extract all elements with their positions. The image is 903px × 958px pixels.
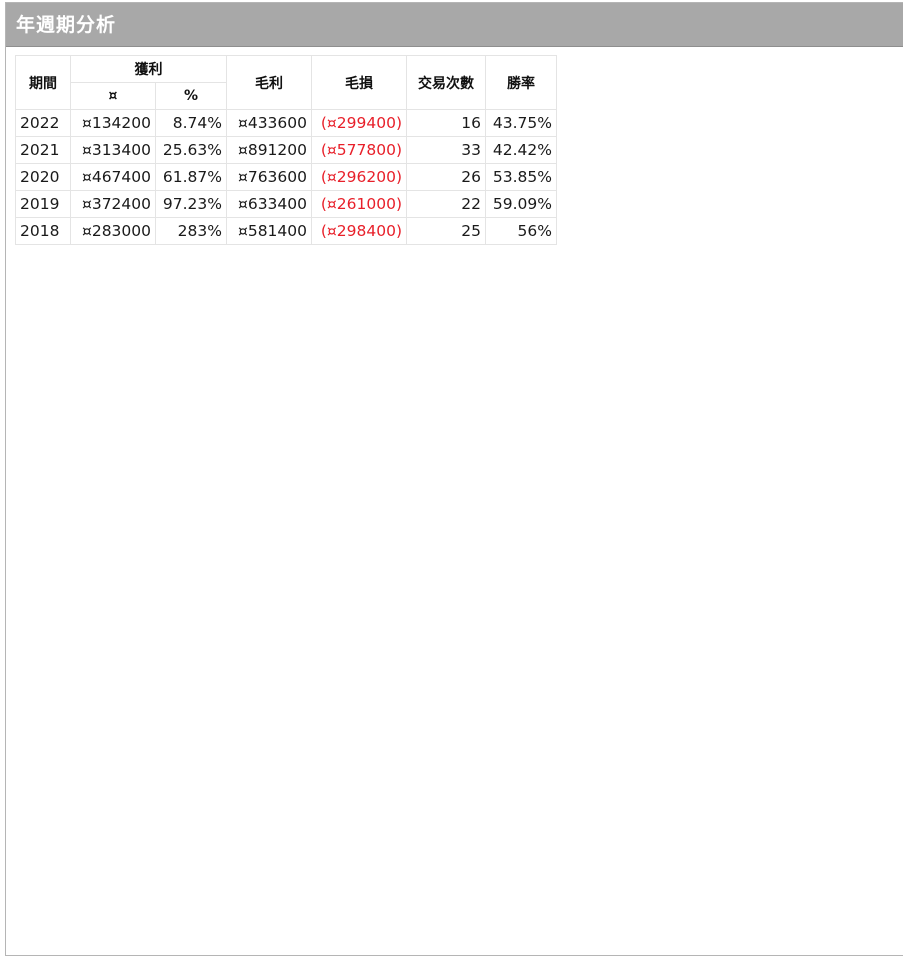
cell-period: 2022	[15, 109, 71, 137]
table-header: 期間 獲利 毛利 毛損 交易次數 勝率 ¤ %	[15, 55, 557, 110]
table-body: 2022 ¤134200 8.74% ¤433600 (¤299400) 16 …	[15, 109, 557, 245]
header-profit: 獲利	[70, 55, 227, 83]
cell-gross-loss: (¤299400)	[311, 109, 407, 137]
table-row: 2019 ¤372400 97.23% ¤633400 (¤261000) 22…	[15, 190, 557, 218]
table-row: 2018 ¤283000 283% ¤581400 (¤298400) 25 5…	[15, 217, 557, 245]
cell-period: 2019	[15, 190, 71, 218]
cell-trade-count: 16	[406, 109, 486, 137]
cell-gross-profit: ¤891200	[226, 136, 312, 164]
cell-profit-percent: 8.74%	[155, 109, 227, 137]
cell-win-rate: 59.09%	[485, 190, 557, 218]
cell-profit-amount: ¤313400	[70, 136, 156, 164]
cell-win-rate: 42.42%	[485, 136, 557, 164]
cell-profit-amount: ¤134200	[70, 109, 156, 137]
cell-profit-percent: 25.63%	[155, 136, 227, 164]
header-profit-amount[interactable]: ¤	[70, 82, 156, 110]
table-row: 2020 ¤467400 61.87% ¤763600 (¤296200) 26…	[15, 163, 557, 191]
cell-gross-profit: ¤763600	[226, 163, 312, 191]
annual-cycle-analysis-panel: 年週期分析 期間 獲利 毛利 毛損 交易次數 勝率 ¤ % 2022 ¤1342…	[5, 2, 903, 956]
cell-win-rate: 43.75%	[485, 109, 557, 137]
header-row-1: 期間 獲利 毛利 毛損 交易次數 勝率	[15, 55, 557, 110]
annual-stats-table-wrap: 期間 獲利 毛利 毛損 交易次數 勝率 ¤ % 2022 ¤134200 8.7…	[15, 55, 557, 245]
cell-profit-percent: 283%	[155, 217, 227, 245]
cell-gross-profit: ¤581400	[226, 217, 312, 245]
cell-trade-count: 33	[406, 136, 486, 164]
cell-gross-loss: (¤296200)	[311, 163, 407, 191]
cell-profit-amount: ¤283000	[70, 217, 156, 245]
table-row: 2022 ¤134200 8.74% ¤433600 (¤299400) 16 …	[15, 109, 557, 137]
cell-period: 2020	[15, 163, 71, 191]
header-gross-loss[interactable]: 毛損	[311, 55, 407, 110]
cell-win-rate: 53.85%	[485, 163, 557, 191]
cell-win-rate: 56%	[485, 217, 557, 245]
cell-gross-loss: (¤261000)	[311, 190, 407, 218]
header-win-rate[interactable]: 勝率	[485, 55, 557, 110]
panel-title: 年週期分析	[6, 3, 903, 47]
cell-profit-percent: 61.87%	[155, 163, 227, 191]
cell-profit-amount: ¤372400	[70, 190, 156, 218]
cell-profit-amount: ¤467400	[70, 163, 156, 191]
header-period[interactable]: 期間	[15, 55, 71, 110]
cell-trade-count: 22	[406, 190, 486, 218]
cell-profit-percent: 97.23%	[155, 190, 227, 218]
header-trade-count[interactable]: 交易次數	[406, 55, 486, 110]
header-gross-profit[interactable]: 毛利	[226, 55, 312, 110]
cell-gross-profit: ¤633400	[226, 190, 312, 218]
annual-stats-table: 期間 獲利 毛利 毛損 交易次數 勝率 ¤ % 2022 ¤134200 8.7…	[15, 55, 557, 245]
cell-trade-count: 25	[406, 217, 486, 245]
cell-gross-profit: ¤433600	[226, 109, 312, 137]
cell-trade-count: 26	[406, 163, 486, 191]
cell-period: 2018	[15, 217, 71, 245]
cell-gross-loss: (¤298400)	[311, 217, 407, 245]
header-profit-percent[interactable]: %	[155, 82, 227, 110]
table-row: 2021 ¤313400 25.63% ¤891200 (¤577800) 33…	[15, 136, 557, 164]
cell-gross-loss: (¤577800)	[311, 136, 407, 164]
cell-period: 2021	[15, 136, 71, 164]
